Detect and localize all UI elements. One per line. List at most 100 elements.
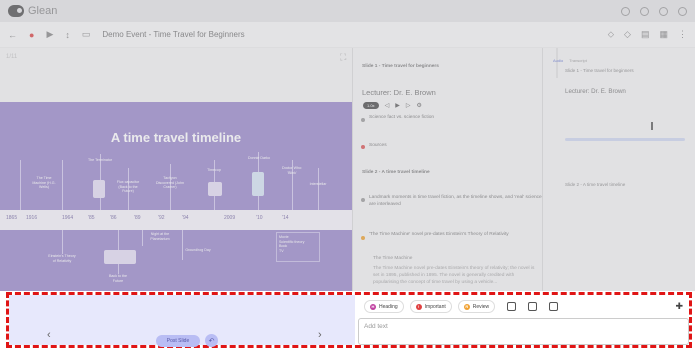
timeline-year: '94 (182, 215, 189, 221)
record-icon[interactable]: ● (29, 30, 34, 40)
lecturer-name: Lecturer: Dr. E. Brown (362, 88, 436, 97)
terminator-figure (93, 180, 105, 198)
timeline-year: '86 (110, 215, 117, 221)
top-right-icons (621, 6, 687, 16)
timeline-label-top: Timecop (207, 168, 221, 172)
more-icon[interactable]: ⋮ (678, 29, 687, 40)
settings-icon[interactable] (621, 6, 630, 16)
timeline-year: 1865 (6, 215, 18, 221)
note-subheading: The Time Machine (373, 256, 413, 261)
audio-player: 1.0x ◁ ▶ ▷ ⚙ (363, 102, 422, 109)
slide2-heading: Slide 2 - A time travel timeline (565, 182, 626, 187)
timeline-year: '92 (158, 215, 165, 221)
timeline-year: '14 (282, 215, 289, 221)
account-icon[interactable] (678, 6, 687, 16)
chevron-right-icon[interactable]: › (318, 329, 322, 341)
slide1-heading: Slide 1 - Time travel for beginners (565, 68, 634, 73)
timeline-label-top: Tachyon Discovered (John Cramer) (156, 176, 184, 190)
audio-marker[interactable] (651, 122, 653, 130)
note-entry-region: ‹ Post Slide ↶ › H Heading ! Important R… (6, 292, 692, 348)
note-tags: H Heading ! Important R Review (364, 300, 559, 313)
timeline-label-top: Doctor Who: 'Blink' (282, 166, 302, 175)
note-text: Sources (369, 143, 387, 148)
cloud-icon[interactable] (640, 6, 649, 16)
post-slide-button[interactable]: Post Slide (156, 335, 200, 347)
back-arrow-icon[interactable]: ← (8, 30, 17, 40)
undo-icon[interactable]: ↶ (205, 334, 218, 347)
document-icon[interactable] (528, 302, 538, 311)
timeline-stem (20, 160, 21, 210)
checkbox-icon[interactable] (549, 302, 559, 311)
audio-waveform[interactable] (565, 138, 685, 141)
top-bar: Glean (0, 0, 695, 22)
speed-badge[interactable]: 1.0x (363, 102, 379, 109)
bullet-dot (361, 198, 365, 202)
skip-icon[interactable]: ↕ (65, 30, 70, 40)
review-dot (361, 236, 365, 240)
lecturer-name: Lecturer: Dr. E. Brown (565, 88, 626, 95)
timeline-stem (318, 168, 319, 210)
tag-icon[interactable]: ⬦ (608, 29, 614, 40)
timeline-label-bottom: Back to the Future (109, 274, 127, 283)
chip-label: Heading (379, 303, 398, 310)
slides-icon[interactable]: ▭ (82, 29, 91, 40)
slide-navigation: ‹ Post Slide ↶ › (9, 295, 355, 347)
note-text: 'The Time Machine' novel pre-dates Einst… (369, 232, 509, 237)
notes-panel: Slide 1 - Time travel for beginners Lect… (352, 48, 544, 291)
print-icon[interactable]: ▤ (641, 29, 650, 40)
timeline-year: 1916 (26, 215, 38, 221)
right-panel: Audio Transcript Slide 1 - Time travel f… (542, 48, 695, 291)
review-chip[interactable]: R Review (457, 300, 496, 313)
note-editor: H Heading ! Important R Review ✚ (358, 295, 689, 345)
timeline-label-bottom: Night at the Planetarium (150, 232, 170, 241)
pin-icon[interactable]: ✚ (675, 301, 683, 312)
review-icon: R (463, 303, 470, 310)
timeline-year: '89 (134, 215, 141, 221)
legend-item: TV (279, 249, 284, 254)
note-text: The Time Machine novel pre-dates Einstei… (373, 266, 535, 285)
important-icon: ! (415, 303, 422, 310)
timeline-arrow (0, 210, 352, 230)
tab-audio[interactable]: Audio (553, 58, 563, 63)
timeline-label-top: Donnie Darko (248, 156, 270, 160)
rewind-icon[interactable]: ◁ (385, 102, 390, 109)
toolbar-right-icons: ⬦ ◇ ▤ ▦ ⋮ (608, 29, 687, 40)
note-text-input[interactable] (358, 318, 689, 345)
play-icon[interactable]: ▶ (395, 102, 400, 109)
timecop-figure (208, 182, 222, 196)
timeline-year: 1964 (62, 215, 74, 221)
slide-panel: 1/11 ⛶ A time travel timeline The Time M… (0, 48, 352, 291)
tab-transcript[interactable]: Transcript (569, 58, 587, 63)
fullscreen-icon[interactable]: ⛶ (340, 52, 346, 63)
timeline-stem (62, 160, 63, 210)
skip-forward-icon[interactable]: ▷ (406, 102, 411, 109)
heading-chip[interactable]: H Heading (364, 300, 404, 313)
note-text: Landmark moments in time travel fiction,… (369, 195, 544, 207)
timeline-year: 2009 (224, 215, 236, 221)
slide-page-label: 1/11 (6, 54, 18, 60)
heading-icon: H (370, 303, 376, 310)
slide-title: A time travel timeline (110, 130, 242, 145)
slide-image: A time travel timeline The Time Machine … (0, 102, 352, 291)
settings-icon[interactable]: ⚙ (416, 102, 421, 109)
flag-icon[interactable]: ◇ (624, 29, 631, 40)
image-icon[interactable] (507, 302, 517, 311)
divider (556, 48, 558, 78)
app-name: Glean (28, 5, 58, 17)
layout-icon[interactable]: ▦ (659, 29, 668, 40)
chevron-left-icon[interactable]: ‹ (47, 329, 51, 341)
slide2-heading: Slide 2 - A time travel timeline (362, 170, 430, 175)
chip-label: Important (424, 303, 446, 310)
app-logo[interactable]: Glean (8, 5, 57, 17)
timeline-stem (182, 230, 183, 260)
recording-toolbar: ← ● ▶ ↕ ▭ Demo Event - Time Travel for B… (0, 22, 695, 48)
timeline-label-bottom: Groundhog Day (185, 248, 211, 252)
help-icon[interactable] (659, 6, 668, 16)
important-chip[interactable]: ! Important (409, 300, 452, 313)
play-icon[interactable]: ▶ (46, 29, 53, 40)
timeline-label-top: Flux capacitor (Back to the Future) (116, 180, 140, 194)
note-text: Science fact vs. science fiction (369, 115, 435, 120)
timeline-stem (62, 230, 63, 254)
glean-logo-icon (8, 5, 24, 17)
important-dot (361, 145, 365, 149)
